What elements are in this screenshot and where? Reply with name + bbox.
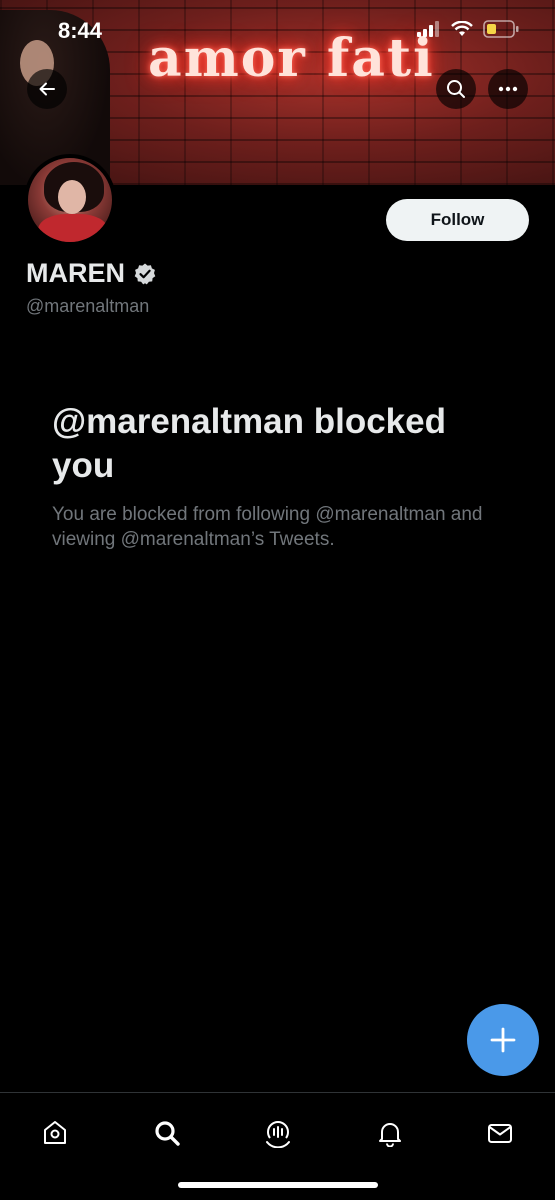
display-name: MAREN [26, 258, 125, 288]
tab-home[interactable] [35, 1113, 75, 1153]
arrow-left-icon [39, 82, 55, 96]
follow-button[interactable]: Follow [386, 199, 529, 241]
blocked-description: You are blocked from following @marenalt… [52, 504, 483, 550]
profile-handle: @marenaltman [26, 296, 150, 316]
blocked-title: @marenaltman blocked you [52, 402, 446, 485]
home-indicator[interactable] [178, 1182, 378, 1188]
profile-display-name-row: MAREN [26, 258, 157, 289]
battery-icon [483, 20, 519, 38]
signal-icon [417, 21, 439, 37]
avatar-figure [38, 214, 108, 242]
more-horizontal-icon [498, 86, 518, 92]
search-icon [447, 80, 465, 98]
bell-icon [379, 1123, 401, 1147]
search-icon [155, 1121, 180, 1146]
back-button[interactable] [27, 69, 67, 109]
status-icons [417, 20, 519, 38]
tab-messages[interactable] [480, 1113, 520, 1153]
verified-badge-icon[interactable] [133, 262, 157, 286]
compose-tweet-button[interactable] [467, 1004, 539, 1076]
more-button[interactable] [488, 69, 528, 109]
home-icon [44, 1121, 66, 1144]
search-button[interactable] [436, 69, 476, 109]
wifi-icon [451, 21, 473, 36]
plus-icon [490, 1027, 516, 1053]
tab-notifications[interactable] [370, 1113, 410, 1153]
mail-icon [488, 1124, 512, 1143]
tab-search[interactable] [147, 1113, 187, 1153]
profile-avatar[interactable] [24, 154, 116, 246]
banner-neon-text: amor fati [148, 28, 435, 89]
tab-spaces[interactable] [258, 1113, 298, 1153]
status-time: 8:44 [58, 18, 103, 43]
spaces-icon [266, 1121, 290, 1148]
